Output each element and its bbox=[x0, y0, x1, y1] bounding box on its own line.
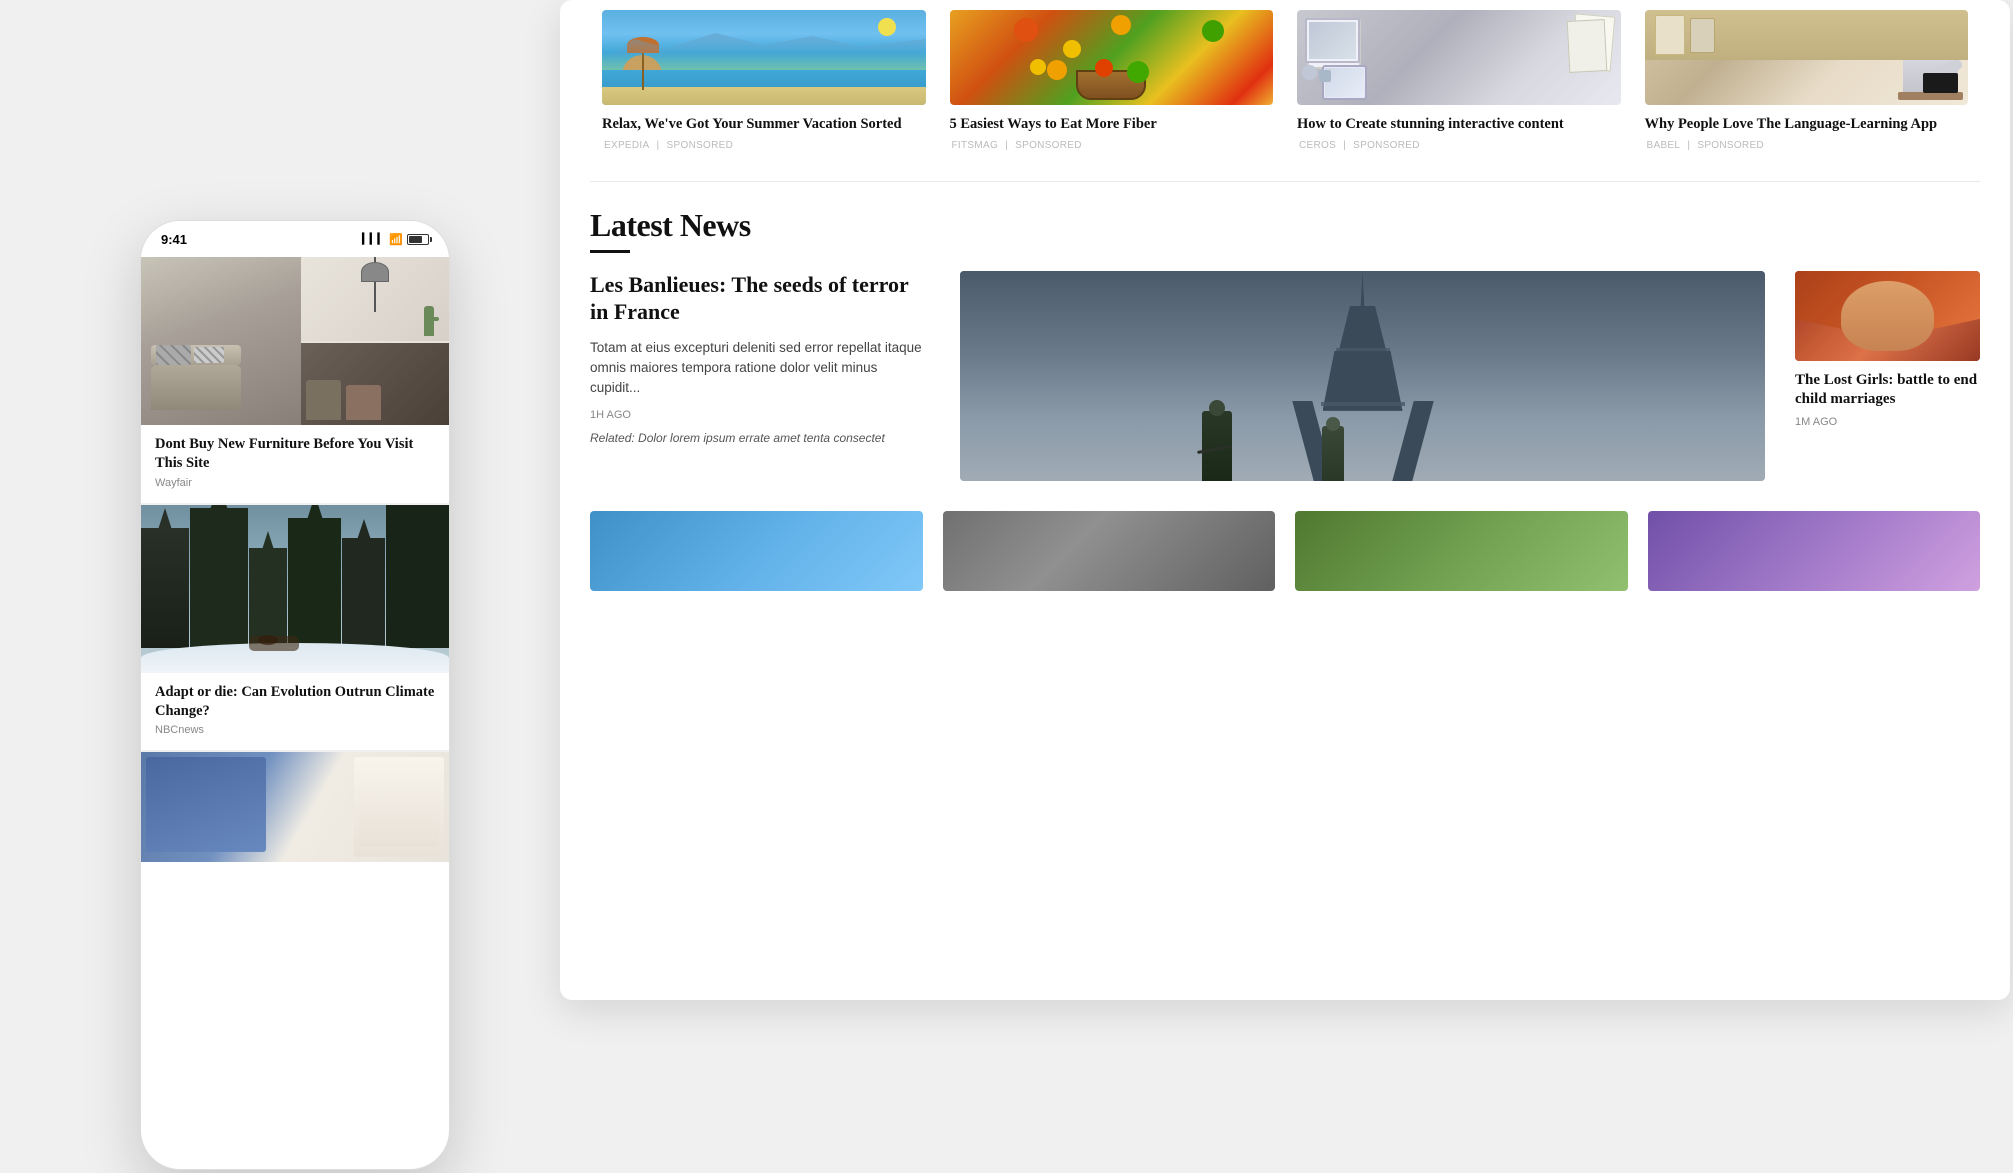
thumb-3 bbox=[1295, 511, 1628, 591]
latest-news-grid: Les Banlieues: The seeds of terror in Fr… bbox=[590, 271, 1980, 481]
interactive-card-title: How to Create stunning interactive conte… bbox=[1297, 115, 1621, 134]
vacation-card-title: Relax, We've Got Your Summer Vacation So… bbox=[602, 115, 926, 134]
phone-card-snow-body: Adapt or die: Can Evolution Outrun Clima… bbox=[141, 673, 449, 749]
jeans-image bbox=[141, 752, 449, 862]
battery-icon bbox=[407, 234, 429, 245]
fiber-card-meta: FITSMAG | SPONSORED bbox=[950, 140, 1274, 151]
woman-image bbox=[1795, 271, 1980, 361]
bottom-row bbox=[560, 511, 2010, 591]
featured-article-time: 1H AGO bbox=[590, 409, 930, 421]
sponsored-card-vacation[interactable]: Relax, We've Got Your Summer Vacation So… bbox=[590, 10, 938, 171]
latest-news-title: Latest News bbox=[590, 207, 1980, 244]
sponsored-card-language[interactable]: Why People Love The Language-Learning Ap… bbox=[1633, 10, 1981, 171]
snow-card-title: Adapt or die: Can Evolution Outrun Clima… bbox=[155, 683, 435, 721]
furniture-card-source: Wayfair bbox=[155, 477, 435, 489]
featured-article-related: Related: Dolor lorem ipsum errate amet t… bbox=[590, 431, 930, 445]
lost-girls-title: The Lost Girls: battle to end child marr… bbox=[1795, 371, 1980, 410]
featured-article[interactable]: Les Banlieues: The seeds of terror in Fr… bbox=[590, 271, 930, 445]
phone-card-furniture-body: Dont Buy New Furniture Before You Visit … bbox=[141, 425, 449, 501]
latest-news-header: Latest News bbox=[590, 207, 1980, 253]
eiffel-tower-image bbox=[960, 271, 1765, 481]
browser-card: Relax, We've Got Your Summer Vacation So… bbox=[560, 0, 2010, 1000]
side-article[interactable]: The Lost Girls: battle to end child marr… bbox=[1795, 271, 1980, 428]
beach-image bbox=[602, 10, 926, 105]
phone-time: 9:41 bbox=[161, 232, 187, 247]
furniture-collage-image bbox=[141, 257, 449, 425]
furniture-card-title: Dont Buy New Furniture Before You Visit … bbox=[155, 435, 435, 473]
phone-status-bar: 9:41 ▎▎▎ 📶 bbox=[141, 221, 449, 257]
phone-card-snow[interactable]: Adapt or die: Can Evolution Outrun Clima… bbox=[141, 505, 449, 749]
language-card-title: Why People Love The Language-Learning Ap… bbox=[1645, 115, 1969, 134]
thumb-1 bbox=[590, 511, 923, 591]
thumb-4 bbox=[1648, 511, 1981, 591]
sponsored-card-interactive[interactable]: How to Create stunning interactive conte… bbox=[1285, 10, 1633, 171]
phone-content-scroll[interactable]: Dont Buy New Furniture Before You Visit … bbox=[141, 257, 449, 1169]
study-image bbox=[1645, 10, 1969, 105]
phone-card-furniture[interactable]: Dont Buy New Furniture Before You Visit … bbox=[141, 257, 449, 501]
sponsored-card-fiber[interactable]: 5 Easiest Ways to Eat More Fiber FITSMAG… bbox=[938, 10, 1286, 171]
desktop-image bbox=[1297, 10, 1621, 105]
fiber-card-title: 5 Easiest Ways to Eat More Fiber bbox=[950, 115, 1274, 134]
language-card-meta: BABEL | SPONSORED bbox=[1645, 140, 1969, 151]
latest-news-underline bbox=[590, 250, 630, 253]
snow-forest-image bbox=[141, 505, 449, 673]
thumb-2 bbox=[943, 511, 1276, 591]
phone-icons: ▎▎▎ 📶 bbox=[362, 233, 429, 246]
phone-card-jeans[interactable] bbox=[141, 752, 449, 862]
fruits-image bbox=[950, 10, 1274, 105]
sponsored-row: Relax, We've Got Your Summer Vacation So… bbox=[560, 0, 2010, 171]
lost-girls-time: 1M AGO bbox=[1795, 416, 1980, 428]
featured-article-title: Les Banlieues: The seeds of terror in Fr… bbox=[590, 271, 930, 326]
snow-card-source: NBCnews bbox=[155, 724, 435, 736]
featured-article-body: Totam at eius excepturi deleniti sed err… bbox=[590, 338, 930, 399]
latest-news-section: Latest News Les Banlieues: The seeds of … bbox=[560, 207, 2010, 481]
signal-icon: ▎▎▎ bbox=[362, 234, 385, 245]
interactive-card-meta: CEROS | SPONSORED bbox=[1297, 140, 1621, 151]
vacation-card-meta: EXPEDIA | SPONSORED bbox=[602, 140, 926, 151]
phone-mockup: 9:41 ▎▎▎ 📶 bbox=[140, 220, 450, 1170]
section-divider bbox=[590, 181, 1980, 182]
wifi-icon: 📶 bbox=[389, 233, 403, 246]
